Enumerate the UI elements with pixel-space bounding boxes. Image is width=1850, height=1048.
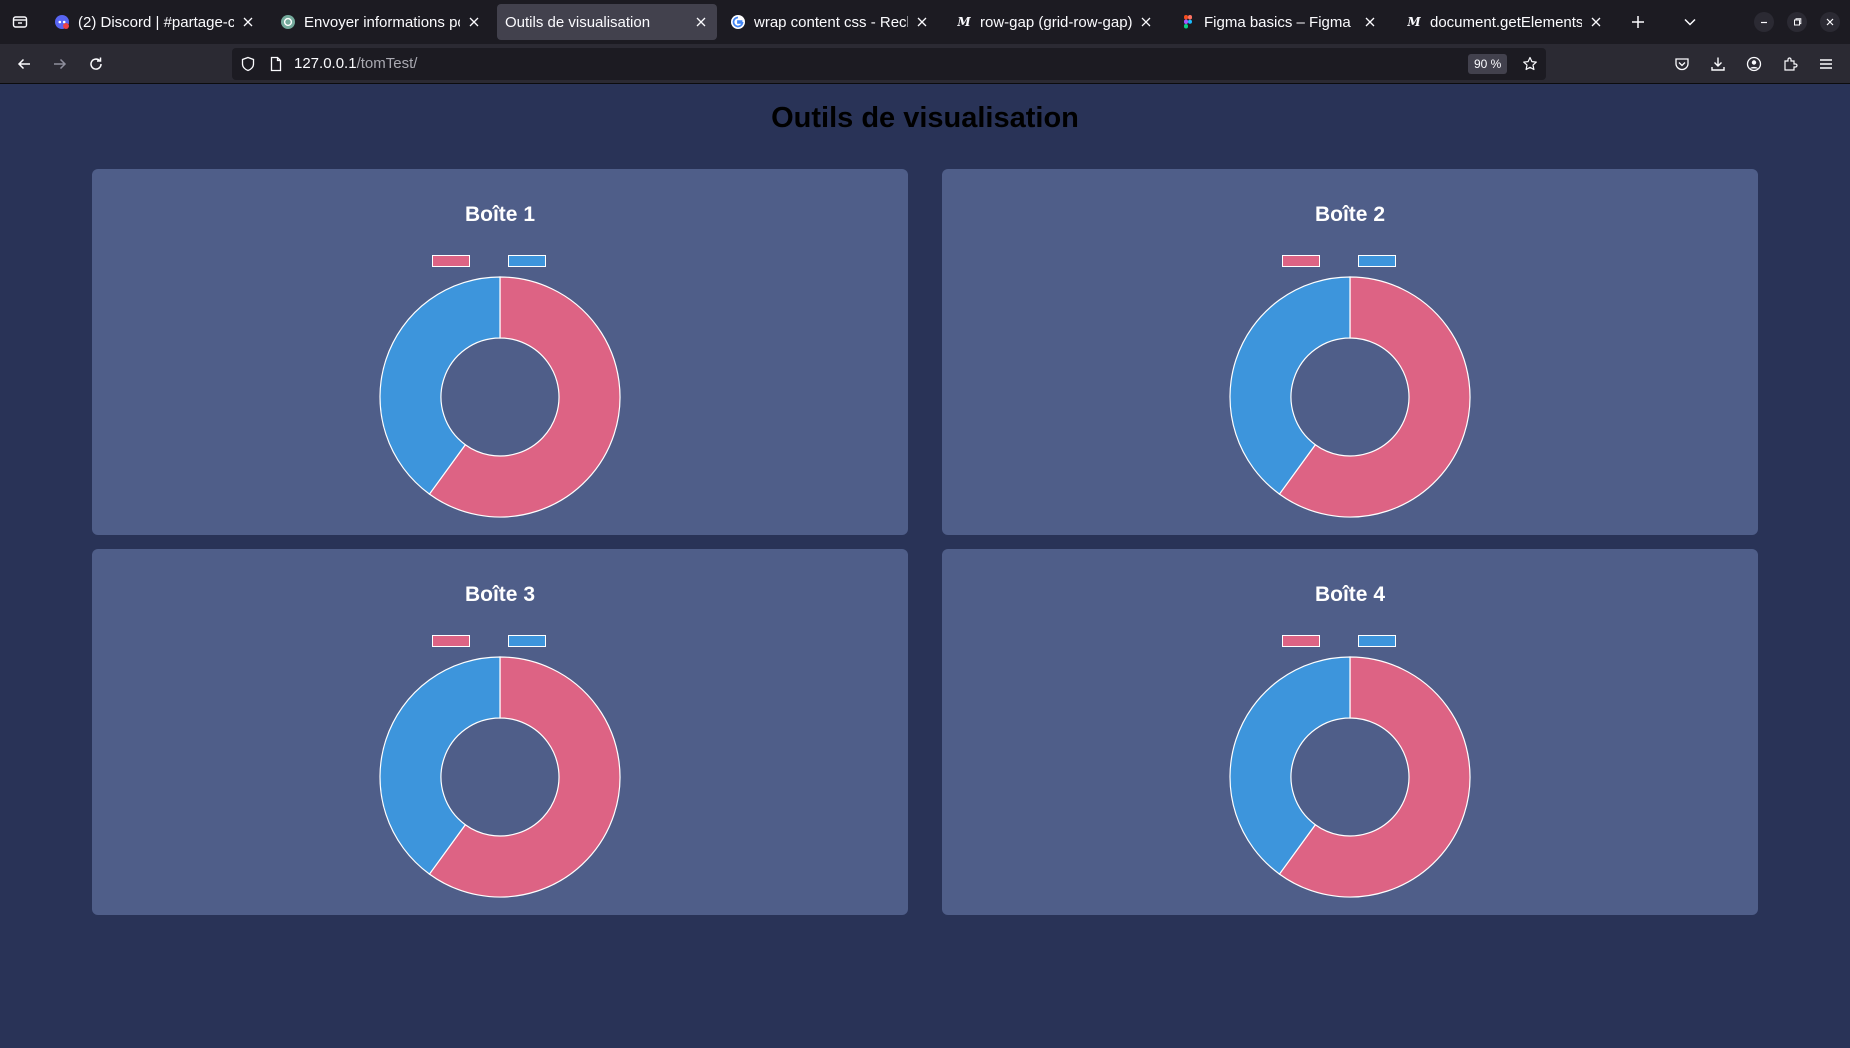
mdn-icon: M bbox=[1407, 15, 1421, 29]
legend-swatch-2[interactable] bbox=[1358, 255, 1396, 267]
downloads-icon[interactable] bbox=[1706, 52, 1730, 76]
chatgpt-icon bbox=[280, 14, 296, 30]
donut-chart bbox=[379, 656, 621, 898]
tab-title: (2) Discord | #partage-code bbox=[78, 13, 234, 31]
url-host: 127.0.0.1 bbox=[294, 55, 357, 72]
chart-legend bbox=[1282, 635, 1396, 647]
tab-figma[interactable]: Figma basics – Figma bbox=[1172, 4, 1386, 40]
chart-title: Boîte 1 bbox=[464, 203, 535, 226]
zoom-indicator[interactable]: 90 % bbox=[1468, 54, 1508, 74]
page-title: Outils de visualisation bbox=[771, 102, 1079, 134]
address-bar[interactable]: 127.0.0.1/tomTest/ 90 % bbox=[232, 48, 1546, 80]
legend-swatch-2[interactable] bbox=[508, 635, 546, 647]
tab-discord[interactable]: (2) Discord | #partage-code bbox=[46, 4, 264, 40]
page-content: Outils de visualisation Boîte 1 Boîte 2 … bbox=[0, 85, 1850, 1048]
pocket-icon[interactable] bbox=[1670, 52, 1694, 76]
url-text[interactable]: 127.0.0.1/tomTest/ bbox=[294, 55, 417, 72]
donut-chart bbox=[1229, 656, 1471, 898]
chart-card-4: Boîte 4 bbox=[942, 549, 1758, 915]
tab-google-search[interactable]: wrap content css - Recherche bbox=[722, 4, 938, 40]
donut-chart bbox=[1229, 276, 1471, 518]
donut-chart bbox=[379, 276, 621, 518]
new-tab-button[interactable] bbox=[1626, 10, 1650, 34]
close-tab-icon[interactable] bbox=[466, 14, 482, 30]
tab-title: row-gap (grid-row-gap) - CSS bbox=[980, 13, 1132, 31]
forward-icon[interactable] bbox=[48, 52, 72, 76]
tab-title: Envoyer informations pour bbox=[304, 13, 460, 31]
figma-icon bbox=[1180, 14, 1196, 30]
chart-title: Boîte 4 bbox=[1314, 583, 1385, 606]
bookmark-star-icon[interactable] bbox=[1522, 56, 1538, 72]
tab-mdn-row-gap[interactable]: M row-gap (grid-row-gap) - CSS bbox=[948, 4, 1162, 40]
close-tab-icon[interactable] bbox=[1138, 14, 1154, 30]
tracking-protection-icon[interactable] bbox=[240, 56, 256, 72]
chart-card-1: Boîte 1 bbox=[92, 169, 908, 535]
extensions-icon[interactable] bbox=[1778, 52, 1802, 76]
chart-title: Boîte 3 bbox=[464, 583, 535, 606]
close-tab-icon[interactable] bbox=[1588, 14, 1604, 30]
discord-icon bbox=[54, 14, 70, 30]
legend-swatch-1[interactable] bbox=[432, 635, 470, 647]
chart-legend bbox=[432, 255, 546, 267]
legend-swatch-1[interactable] bbox=[1282, 255, 1320, 267]
close-window-button[interactable] bbox=[1820, 12, 1840, 32]
close-tab-icon[interactable] bbox=[240, 14, 256, 30]
mdn-icon: M bbox=[957, 15, 971, 29]
reload-icon[interactable] bbox=[84, 52, 108, 76]
close-tab-icon[interactable] bbox=[693, 14, 709, 30]
tab-strip: (2) Discord | #partage-code Envoyer info… bbox=[0, 0, 1850, 44]
tab-title: document.getElementsByClassName bbox=[1430, 13, 1582, 31]
chart-title: Boîte 2 bbox=[1314, 203, 1385, 226]
url-path: /tomTest/ bbox=[356, 55, 418, 72]
legend-swatch-2[interactable] bbox=[508, 255, 546, 267]
tab-outils-de-visualisation[interactable]: Outils de visualisation bbox=[497, 4, 717, 40]
tab-chatgpt[interactable]: Envoyer informations pour bbox=[272, 4, 490, 40]
navigation-toolbar: 127.0.0.1/tomTest/ 90 % bbox=[0, 44, 1850, 84]
tab-title: Outils de visualisation bbox=[505, 13, 651, 31]
close-tab-icon[interactable] bbox=[1362, 14, 1378, 30]
list-all-tabs-button[interactable] bbox=[1678, 10, 1702, 34]
chart-card-3: Boîte 3 bbox=[92, 549, 908, 915]
restore-window-button[interactable] bbox=[1787, 12, 1807, 32]
back-icon[interactable] bbox=[12, 52, 36, 76]
tab-title: wrap content css - Recherche bbox=[754, 13, 908, 31]
minimize-window-button[interactable] bbox=[1754, 12, 1774, 32]
chart-legend bbox=[432, 635, 546, 647]
legend-swatch-2[interactable] bbox=[1358, 635, 1396, 647]
google-icon bbox=[730, 14, 746, 30]
chart-card-2: Boîte 2 bbox=[942, 169, 1758, 535]
page-info-icon[interactable] bbox=[268, 56, 284, 72]
chart-legend bbox=[1282, 255, 1396, 267]
legend-swatch-1[interactable] bbox=[1282, 635, 1320, 647]
menu-icon[interactable] bbox=[1814, 52, 1838, 76]
legend-swatch-1[interactable] bbox=[432, 255, 470, 267]
close-tab-icon[interactable] bbox=[914, 14, 930, 30]
firefox-view-icon[interactable] bbox=[8, 10, 32, 34]
tab-title: Figma basics – Figma bbox=[1204, 13, 1351, 31]
account-icon[interactable] bbox=[1742, 52, 1766, 76]
tab-mdn-getelements[interactable]: M document.getElementsByClassName bbox=[1398, 4, 1612, 40]
